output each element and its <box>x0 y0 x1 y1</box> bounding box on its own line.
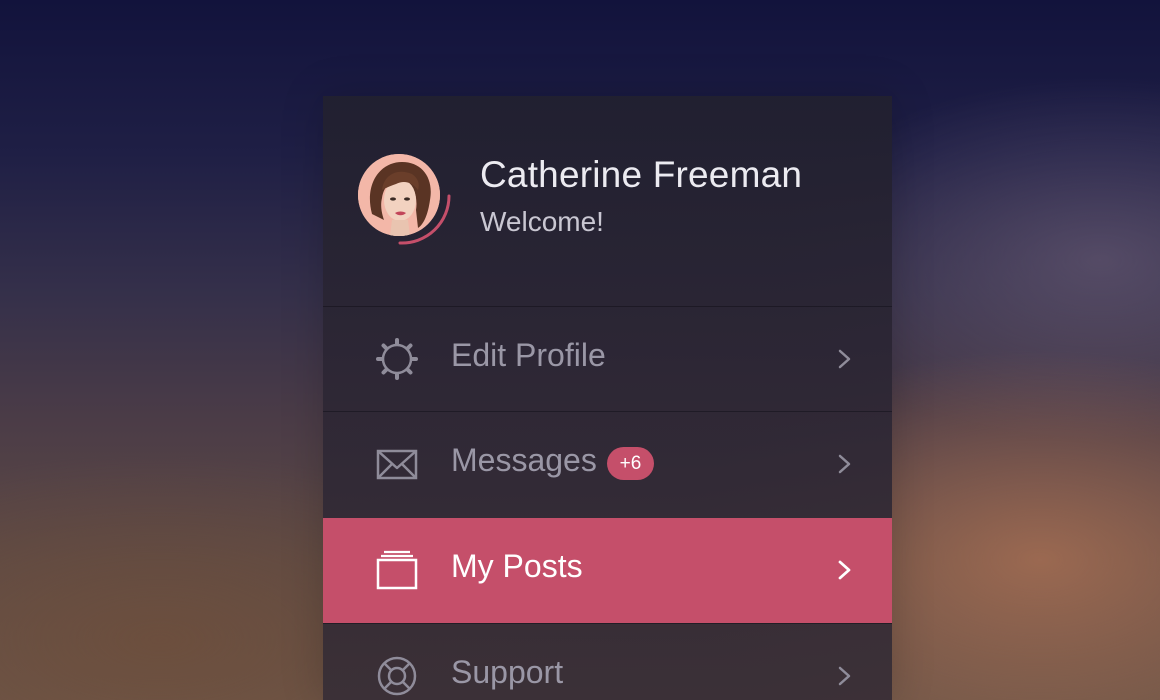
posts-stack-icon <box>376 550 418 590</box>
menu-item-my-posts[interactable]: My Posts <box>323 518 892 623</box>
chevron-right-icon <box>838 560 851 580</box>
avatar-container[interactable] <box>356 152 452 248</box>
lifebuoy-icon <box>377 656 417 696</box>
menu-item-edit-profile[interactable]: Edit Profile <box>323 306 892 411</box>
menu-label-support: Support <box>451 654 564 690</box>
chevron-right-icon <box>838 666 851 686</box>
messages-count-badge: +6 <box>607 447 654 480</box>
avatar <box>358 154 440 236</box>
user-name: Catherine Freeman <box>480 154 803 195</box>
chevron-right-icon <box>838 454 851 474</box>
menu-label-my-posts: My Posts <box>451 548 583 584</box>
menu-item-support[interactable]: Support <box>323 623 892 700</box>
sidebar-panel: Catherine Freeman Welcome! Edit Profile <box>323 96 892 700</box>
menu-label-edit-profile: Edit Profile <box>451 337 606 373</box>
profile-header: Catherine Freeman Welcome! <box>323 96 892 306</box>
envelope-icon <box>376 449 418 480</box>
menu-item-messages[interactable]: Messages +6 <box>323 411 892 516</box>
chevron-right-icon <box>838 349 851 369</box>
welcome-text: Welcome! <box>480 206 604 237</box>
gear-icon <box>376 338 418 380</box>
menu-label-messages: Messages <box>451 442 597 478</box>
